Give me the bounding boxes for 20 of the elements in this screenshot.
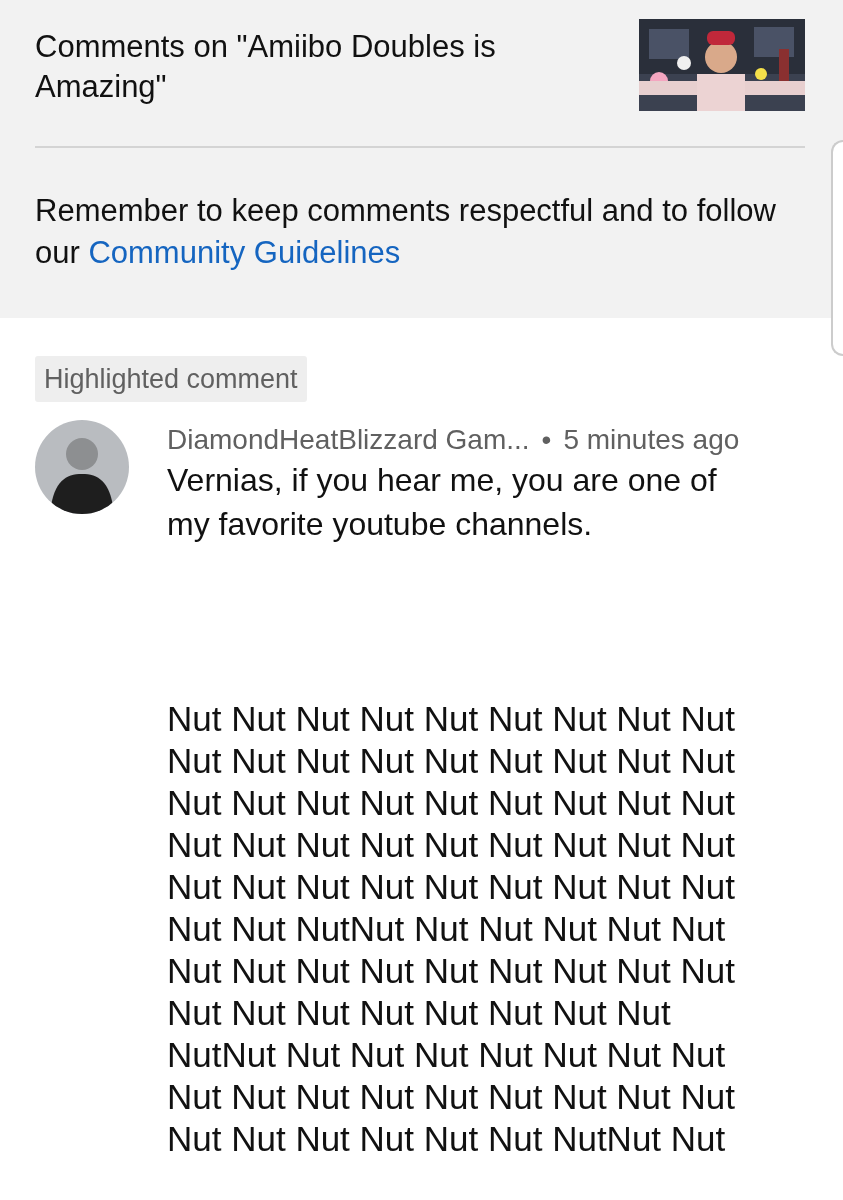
comment-text-line: Nut Nut Nut Nut Nut Nut Nut Nut Nut xyxy=(167,824,736,866)
community-guidelines-link[interactable]: Community Guidelines xyxy=(88,235,401,270)
highlighted-comment-label: Highlighted comment xyxy=(35,356,307,402)
comment-time: 5 minutes ago xyxy=(563,423,740,457)
separator-dot: • xyxy=(541,423,552,457)
guidelines-notice: Remember to keep comments respectful and to follow our Community Guidelines xyxy=(35,192,777,272)
comment-text-line: Nut Nut Nut Nut Nut Nut Nut Nut Nut xyxy=(167,740,736,782)
comment-text-line: Nut Nut Nut Nut Nut Nut Nut Nut Nut xyxy=(167,1076,736,1118)
comment-text-line: Nut Nut NutNut Nut Nut Nut Nut Nut xyxy=(167,908,727,950)
comment-text-line: Nut Nut Nut Nut Nut Nut NutNut Nut xyxy=(167,1118,727,1160)
comment-text-line: Nut Nut Nut Nut Nut Nut Nut Nut Nut xyxy=(167,866,736,908)
comment-text-line: NutNut Nut Nut Nut Nut Nut Nut Nut xyxy=(167,1034,727,1076)
comments-title: Comments on "Amiibo Doubles is Amazing" xyxy=(35,28,497,106)
comment-text-line: Nut Nut Nut Nut Nut Nut Nut Nut Nut xyxy=(167,698,736,740)
comment-text-line: my favorite youtube channels. xyxy=(167,505,594,544)
comment-text-line: Vernias, if you hear me, you are one of xyxy=(167,461,718,500)
comment-text-line: Nut Nut Nut Nut Nut Nut Nut Nut Nut xyxy=(167,782,736,824)
author-name[interactable]: DiamondHeatBlizzard Gam... xyxy=(167,422,530,458)
comment-text-line: Nut Nut Nut Nut Nut Nut Nut Nut Nut xyxy=(167,950,736,992)
comment-text-line: Nut Nut Nut Nut Nut Nut Nut Nut xyxy=(167,992,672,1034)
